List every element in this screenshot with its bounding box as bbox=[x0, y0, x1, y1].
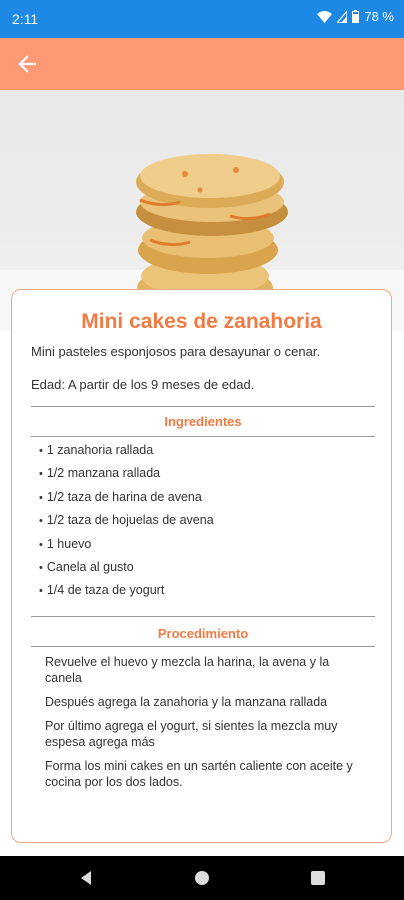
status-bar: 2:11 78 % bbox=[0, 0, 404, 38]
divider bbox=[31, 616, 375, 617]
procedure-step: Revuelve el huevo y mezcla la harina, la… bbox=[45, 655, 330, 685]
ingredient-item: 1 zanahoria rallada bbox=[39, 441, 214, 464]
ingredient-item: 1/2 manzana rallada bbox=[39, 464, 214, 487]
app-bar bbox=[0, 38, 404, 90]
system-nav-bar bbox=[0, 856, 404, 900]
ingredients-heading: Ingredientes bbox=[164, 414, 242, 429]
status-time: 2:11 bbox=[12, 11, 39, 27]
ingredient-item: 1/4 de taza de yogurt bbox=[39, 581, 214, 604]
recents-square-icon bbox=[311, 871, 325, 885]
divider bbox=[31, 406, 375, 407]
nav-back-button[interactable] bbox=[78, 870, 94, 891]
ingredient-item: 1 huevo bbox=[39, 535, 214, 558]
procedure-step: Por último agrega el yogurt, si sientes … bbox=[45, 719, 338, 749]
battery-icon bbox=[352, 10, 360, 23]
recipe-description: Mini pasteles esponjosos para desayunar … bbox=[31, 344, 321, 359]
nav-home-button[interactable] bbox=[194, 870, 210, 891]
recipe-title: Mini cakes de zanahoria bbox=[81, 310, 322, 333]
back-triangle-icon bbox=[81, 871, 91, 885]
divider bbox=[31, 646, 375, 647]
wifi-icon bbox=[317, 10, 333, 23]
recipe-age: Edad: A partir de los 9 meses de edad. bbox=[31, 377, 255, 392]
ingredient-item: 1/2 taza de hojuelas de avena bbox=[39, 511, 214, 534]
procedure-list: Revuelve el huevo y mezcla la harina, la… bbox=[45, 654, 365, 798]
ingredient-item: 1/2 taza de harina de avena bbox=[39, 488, 214, 511]
procedure-heading: Procedimiento bbox=[157, 626, 249, 641]
home-circle-icon bbox=[195, 871, 209, 885]
battery-percent: 78 % bbox=[364, 9, 394, 24]
divider bbox=[31, 436, 375, 437]
procedure-step: Forma los mini cakes en un sartén calien… bbox=[45, 759, 353, 789]
back-button[interactable] bbox=[14, 51, 40, 77]
ingredients-list: 1 zanahoria rallada 1/2 manzana rallada … bbox=[39, 441, 214, 605]
status-icons: 78 % bbox=[317, 9, 394, 24]
procedure-step: Después agrega la zanahoria y la manzana… bbox=[45, 695, 328, 709]
recipe-card: Mini cakes de zanahoria Mini pasteles es… bbox=[11, 289, 392, 843]
ingredient-item: Canela al gusto bbox=[39, 558, 214, 581]
nav-recents-button[interactable] bbox=[310, 870, 326, 891]
signal-icon bbox=[337, 10, 348, 23]
arrow-left-icon bbox=[18, 55, 36, 73]
